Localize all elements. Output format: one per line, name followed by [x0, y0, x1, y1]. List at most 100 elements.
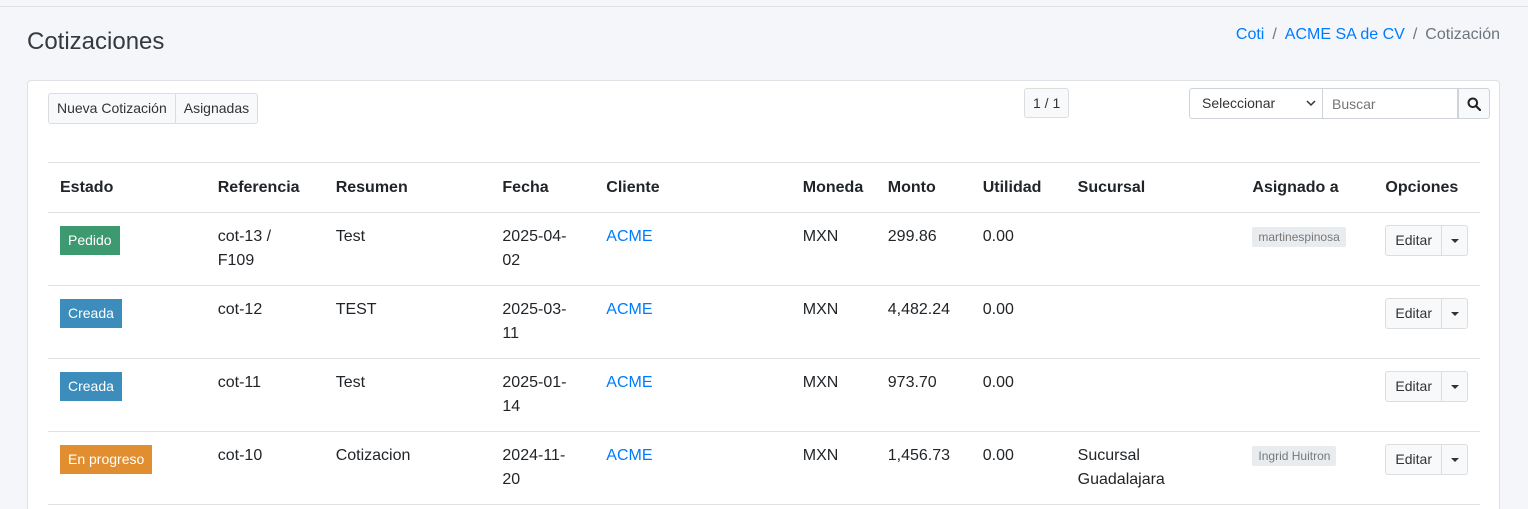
cell-resumen: Cotizacion	[323, 431, 491, 505]
column-header-utilidad[interactable]: Utilidad	[970, 162, 1066, 213]
cell-cliente: ACME	[594, 212, 791, 286]
cell-monto: 973.70	[875, 358, 971, 432]
pagination-indicator[interactable]: 1 / 1	[1024, 88, 1070, 118]
table-row: En progreso cot-10 Cotizacion 2024-11-20…	[48, 431, 1480, 505]
cell-referencia: cot-12	[205, 285, 324, 359]
cell-referencia: cot-10	[205, 431, 324, 505]
search-button[interactable]	[1458, 88, 1490, 119]
cell-utilidad: 0.00	[970, 431, 1066, 505]
chevron-down-icon	[1306, 100, 1316, 107]
column-header-asignado[interactable]: Asignado a	[1240, 162, 1374, 213]
cell-sucursal: Sucursal Guadalajara	[1065, 431, 1241, 505]
cell-moneda: MXN	[790, 285, 876, 359]
client-link[interactable]: ACME	[606, 228, 652, 245]
search-group: Seleccionar	[1189, 88, 1490, 119]
cell-referencia: cot-11	[205, 358, 324, 432]
options-dropdown-toggle[interactable]	[1442, 225, 1468, 256]
table-header-row: Estado Referencia Resumen Fecha Cliente …	[48, 162, 1480, 213]
cell-utilidad: 0.00	[970, 285, 1066, 359]
cell-sucursal	[1065, 285, 1241, 359]
assignee-tag: martinespinosa	[1252, 227, 1346, 247]
cell-moneda: MXN	[790, 358, 876, 432]
cell-opciones: Editar	[1373, 212, 1480, 286]
caret-down-icon	[1450, 238, 1459, 243]
breadcrumb-coti[interactable]: Coti	[1236, 26, 1264, 44]
cell-estado: Creada	[48, 285, 206, 359]
table-row: Creada cot-11 Test 2025-01-14 ACME MXN 9…	[48, 358, 1480, 432]
column-header-referencia[interactable]: Referencia	[205, 162, 324, 213]
status-badge: Pedido	[60, 226, 120, 255]
edit-split-button: Editar	[1385, 225, 1468, 256]
breadcrumb-current: Cotización	[1425, 26, 1500, 43]
cell-cliente: ACME	[594, 285, 791, 359]
cell-moneda: MXN	[790, 212, 876, 286]
edit-button[interactable]: Editar	[1385, 225, 1442, 256]
edit-split-button: Editar	[1385, 298, 1468, 329]
cell-utilidad: 0.00	[970, 358, 1066, 432]
edit-button[interactable]: Editar	[1385, 298, 1442, 329]
cell-sucursal	[1065, 358, 1241, 432]
cell-utilidad: 0.00	[970, 212, 1066, 286]
options-dropdown-toggle[interactable]	[1442, 371, 1468, 402]
options-dropdown-toggle[interactable]	[1442, 444, 1468, 475]
breadcrumb-separator: /	[1412, 26, 1418, 43]
cell-monto: 1,456.73	[875, 431, 971, 505]
cell-estado: Creada	[48, 358, 206, 432]
breadcrumb-acme[interactable]: ACME SA de CV	[1285, 26, 1405, 44]
column-header-resumen[interactable]: Resumen	[323, 162, 491, 213]
cell-asignado	[1240, 285, 1374, 359]
edit-split-button: Editar	[1385, 444, 1468, 475]
column-header-sucursal[interactable]: Sucursal	[1065, 162, 1241, 213]
cell-resumen: Test	[323, 212, 491, 286]
cell-asignado	[1240, 358, 1374, 432]
cell-estado: Pedido	[48, 212, 206, 286]
cell-fecha: 2024-11-20	[490, 431, 595, 505]
new-quote-button[interactable]: Nueva Cotización	[48, 93, 176, 124]
cell-fecha: 2025-03-11	[490, 285, 595, 359]
column-header-opciones: Opciones	[1373, 162, 1480, 213]
column-header-estado[interactable]: Estado	[48, 162, 206, 213]
column-header-monto[interactable]: Monto	[875, 162, 971, 213]
status-badge: Creada	[60, 299, 122, 328]
search-input[interactable]	[1323, 88, 1458, 119]
table-row: Creada cot-12 TEST 2025-03-11 ACME MXN 4…	[48, 285, 1480, 359]
search-icon	[1467, 97, 1481, 111]
status-badge: En progreso	[60, 445, 153, 474]
column-header-moneda[interactable]: Moneda	[790, 162, 876, 213]
caret-down-icon	[1450, 457, 1459, 462]
cell-referencia: cot-13 / F109	[205, 212, 324, 286]
action-button-group: Nueva Cotización Asignadas	[48, 93, 259, 124]
client-link[interactable]: ACME	[606, 447, 652, 464]
cell-opciones: Editar	[1373, 431, 1480, 505]
page-title: Cotizaciones	[27, 28, 165, 55]
column-header-cliente[interactable]: Cliente	[594, 162, 791, 213]
breadcrumb: Coti / ACME SA de CV / Cotización	[1236, 26, 1500, 44]
top-divider	[0, 6, 1528, 7]
client-link[interactable]: ACME	[606, 374, 652, 391]
cell-fecha: 2025-04-02	[490, 212, 595, 286]
cell-sucursal	[1065, 212, 1241, 286]
edit-split-button: Editar	[1385, 371, 1468, 402]
client-link[interactable]: ACME	[606, 301, 652, 318]
cell-opciones: Editar	[1373, 285, 1480, 359]
assigned-filter-button[interactable]: Asignadas	[175, 93, 259, 124]
options-dropdown-toggle[interactable]	[1442, 298, 1468, 329]
cell-moneda: MXN	[790, 431, 876, 505]
cell-resumen: TEST	[323, 285, 491, 359]
cell-cliente: ACME	[594, 431, 791, 505]
assignee-tag: Ingrid Huitron	[1252, 446, 1337, 466]
status-badge: Creada	[60, 372, 122, 401]
edit-button[interactable]: Editar	[1385, 371, 1442, 402]
cell-cliente: ACME	[594, 358, 791, 432]
cell-asignado: martinespinosa	[1240, 212, 1374, 286]
cell-fecha: 2025-01-14	[490, 358, 595, 432]
filter-select[interactable]: Seleccionar	[1189, 88, 1323, 119]
cell-estado: En progreso	[48, 431, 206, 505]
breadcrumb-separator: /	[1272, 26, 1277, 43]
column-header-fecha[interactable]: Fecha	[490, 162, 595, 213]
table-row: Pedido cot-13 / F109 Test 2025-04-02 ACM…	[48, 212, 1480, 286]
cell-monto: 299.86	[875, 212, 971, 286]
edit-button[interactable]: Editar	[1385, 444, 1442, 475]
quotes-table: Estado Referencia Resumen Fecha Cliente …	[48, 162, 1480, 505]
cell-monto: 4,482.24	[875, 285, 971, 359]
